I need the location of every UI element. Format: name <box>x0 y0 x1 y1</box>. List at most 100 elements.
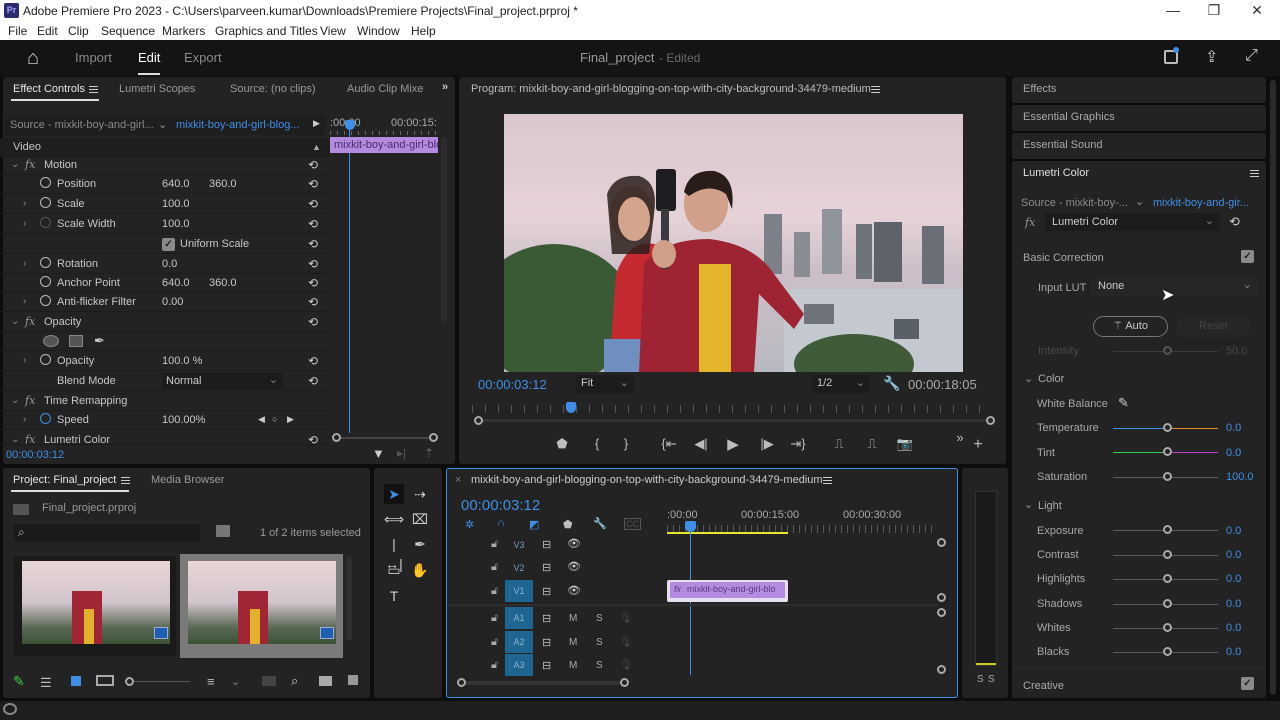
pencil-icon[interactable]: ✎ <box>13 673 25 690</box>
menu-view[interactable]: View <box>320 24 346 38</box>
rectangle-mask-icon[interactable] <box>69 335 83 347</box>
light-chevron-icon[interactable]: ⌄ <box>1024 498 1033 511</box>
hand-tool-icon[interactable]: ✋ <box>410 560 430 580</box>
color-section-header[interactable]: Color <box>1038 373 1064 385</box>
export-frame-camera-icon[interactable]: 📷 <box>895 436 915 452</box>
audio-vzoom-top[interactable] <box>937 608 946 617</box>
reset-icon[interactable]: ⟲ <box>308 433 318 444</box>
tab-effect-controls[interactable]: Effect Controls <box>13 83 85 95</box>
shadows-knob[interactable] <box>1163 599 1172 608</box>
effects-panel-header[interactable]: Effects <box>1012 77 1266 103</box>
tint-value[interactable]: 0.0 <box>1226 447 1241 459</box>
toggle-output-v1-icon[interactable]: 👁︎ <box>567 584 581 597</box>
panel-menu-icon[interactable] <box>89 86 98 93</box>
menu-sequence[interactable]: Sequence <box>101 24 155 38</box>
lumetri-menu-icon[interactable] <box>1250 170 1259 177</box>
ec-playhead-handle[interactable] <box>345 120 355 130</box>
reset-icon[interactable]: ⟲ <box>308 295 318 309</box>
creative-cloud-icon[interactable] <box>3 703 17 715</box>
toggle-output-v3-icon[interactable]: 👁︎ <box>567 537 581 550</box>
anchor-y[interactable]: 360.0 <box>209 277 237 289</box>
add-marker-icon[interactable]: ⬟ <box>552 436 572 452</box>
ec-zoom-bar[interactable] <box>341 437 429 439</box>
timeline-settings-icon[interactable]: 🔧 <box>593 517 607 530</box>
more-controls-icon[interactable]: » <box>950 430 970 445</box>
stopwatch-icon[interactable] <box>40 276 51 287</box>
eyedropper-icon[interactable]: ✎ <box>1118 395 1129 411</box>
nav-edit[interactable]: Edit <box>138 50 160 65</box>
mark-in-icon[interactable]: { <box>587 436 607 451</box>
project-item-2-selected[interactable] <box>180 554 343 658</box>
tint-knob[interactable] <box>1163 447 1172 456</box>
solo-a2-button[interactable]: S <box>596 637 603 648</box>
video-vzoom-bottom[interactable] <box>937 593 946 602</box>
list-view-icon[interactable]: ☰ <box>40 675 52 691</box>
stopwatch-icon[interactable] <box>40 354 51 365</box>
anti-flicker-value[interactable]: 0.00 <box>162 296 183 308</box>
menu-file[interactable]: File <box>8 24 27 38</box>
rotation-value[interactable]: 0.0 <box>162 258 177 270</box>
reset-icon[interactable]: ⟲ <box>308 158 318 172</box>
effect-opacity[interactable]: ⌄ fx Opacity ⟲ <box>0 313 330 332</box>
lock-v3-icon[interactable]: 🔓︎ <box>491 538 498 551</box>
video-preview[interactable] <box>504 114 963 372</box>
stopwatch-icon[interactable] <box>40 413 51 424</box>
track-a2[interactable]: A2 <box>505 631 533 653</box>
highlights-value[interactable]: 0.0 <box>1226 573 1241 585</box>
auto-button[interactable]: ⚚ Auto <box>1093 316 1168 337</box>
type-tool-icon[interactable]: T <box>384 586 404 606</box>
menu-markers[interactable]: Markers <box>162 24 205 38</box>
contrast-value[interactable]: 0.0 <box>1226 549 1241 561</box>
blacks-knob[interactable] <box>1163 647 1172 656</box>
shadows-value[interactable]: 0.0 <box>1226 598 1241 610</box>
go-to-in-icon[interactable]: {⇤ <box>659 436 679 452</box>
basic-correction-header[interactable]: Basic Correction <box>1023 252 1104 264</box>
mute-a3-button[interactable]: M <box>569 660 577 671</box>
tab-source[interactable]: Source: (no clips) <box>230 83 316 95</box>
nav-import[interactable]: Import <box>75 50 112 65</box>
step-back-icon[interactable]: ◀| <box>691 436 711 452</box>
ec-zoom-start-handle[interactable] <box>332 433 341 442</box>
effect-lumetri[interactable]: ⌄ fx Lumetri Color ⟲ <box>0 431 330 445</box>
exposure-value[interactable]: 0.0 <box>1226 525 1241 537</box>
ec-scrollbar[interactable] <box>441 137 447 322</box>
toggle-output-v2-icon[interactable]: 👁︎ <box>567 560 581 573</box>
whites-value[interactable]: 0.0 <box>1226 622 1241 634</box>
temperature-slider-cool[interactable] <box>1113 428 1165 429</box>
nav-export[interactable]: Export <box>184 50 222 65</box>
pen-mask-icon[interactable]: ✒ <box>94 333 105 349</box>
clip-label[interactable]: mixkit-boy-and-girl-blog... <box>176 119 299 131</box>
add-marker-icon[interactable]: ⬟ <box>563 518 573 531</box>
stopwatch-icon[interactable] <box>40 197 51 208</box>
freeform-view-icon[interactable] <box>96 675 114 686</box>
tint-slider-magenta[interactable] <box>1170 452 1218 453</box>
reset-icon[interactable]: ⟲ <box>308 237 318 251</box>
input-lut-dropdown[interactable]: None ⌄ <box>1091 278 1258 296</box>
track-v1[interactable]: V1 <box>505 580 533 602</box>
thumb-size-knob[interactable] <box>125 677 134 686</box>
temperature-slider-warm[interactable] <box>1170 428 1218 429</box>
effect-time-remapping[interactable]: ⌄ fx Time Remapping <box>0 392 330 411</box>
basic-correction-checkbox[interactable]: ✓ <box>1241 250 1254 263</box>
reset-icon[interactable]: ⟲ <box>308 315 318 329</box>
opacity-value[interactable]: 100.0 % <box>162 355 202 367</box>
pen-tool-icon[interactable]: ✒ <box>410 534 430 554</box>
highlights-knob[interactable] <box>1163 574 1172 583</box>
project-item-1[interactable] <box>14 556 176 656</box>
position-y[interactable]: 360.0 <box>209 178 237 190</box>
essential-graphics-header[interactable]: Essential Graphics <box>1012 105 1266 131</box>
sync-lock-v2-icon[interactable]: ⊟ <box>542 561 551 574</box>
menu-graphics-titles[interactable]: Graphics and Titles <box>215 24 318 38</box>
play-button[interactable]: ▶ <box>723 435 743 453</box>
next-keyframe-icon[interactable]: ▶ <box>287 414 294 425</box>
thumb-size-slider[interactable] <box>134 681 190 682</box>
mute-a2-button[interactable]: M <box>569 637 577 648</box>
go-to-out-icon[interactable]: ⇥} <box>788 436 808 452</box>
temperature-value[interactable]: 0.0 <box>1226 422 1241 434</box>
menu-edit[interactable]: Edit <box>37 24 58 38</box>
lift-icon[interactable]: ⎍ <box>829 436 849 452</box>
project-search-input[interactable]: ⌕ <box>14 524 200 542</box>
voiceover-a1-icon[interactable]: 🎙︎ <box>619 611 633 624</box>
lock-a2-icon[interactable]: 🔓︎ <box>491 636 498 649</box>
timeline-menu-icon[interactable] <box>823 477 832 484</box>
